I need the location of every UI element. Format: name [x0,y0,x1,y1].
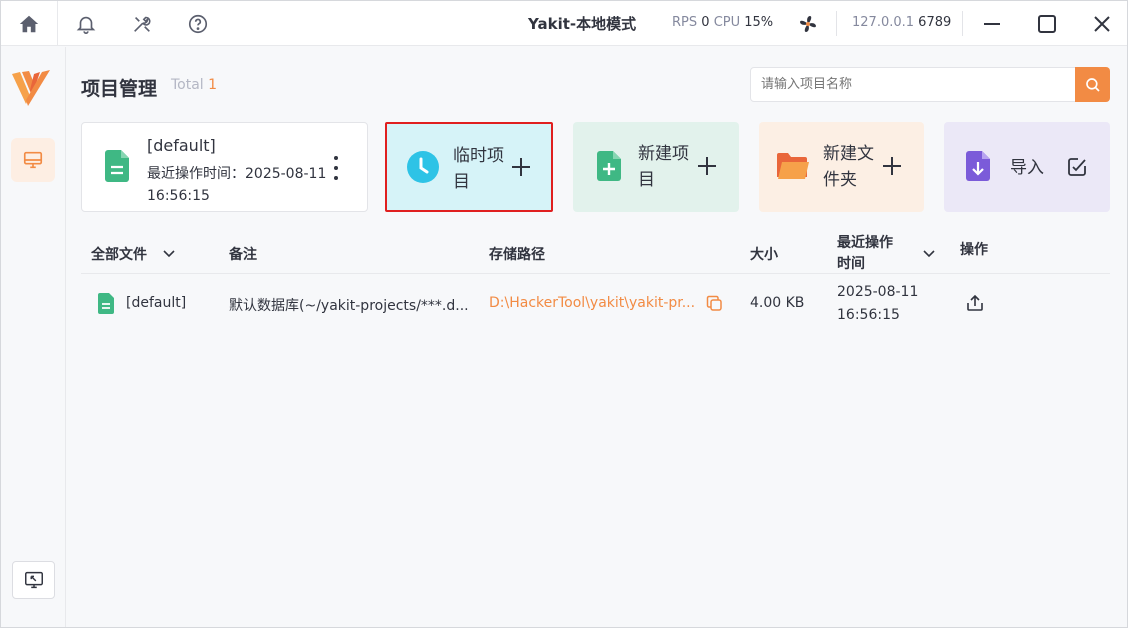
total-number: 1 [208,77,218,93]
import-label: 导入 [1010,158,1044,178]
row-time: 16:56:15 [837,307,900,323]
more-options-icon[interactable] [328,156,344,180]
new-folder-card[interactable]: 新建文件夹 [759,122,924,212]
yakit-logo [10,66,52,108]
plus-icon [511,157,531,177]
minimize-icon [984,23,1000,25]
total-label: Total [171,77,204,93]
new-project-label: 新建项目 [638,144,689,190]
chevron-down-icon[interactable] [922,245,936,264]
divider [836,11,837,36]
close-icon [1094,16,1110,32]
maximize-button[interactable] [1034,11,1060,37]
file-icon [103,149,131,187]
page-title: 项目管理 [81,78,158,100]
column-header-time: 最近操作时间 [837,235,893,272]
project-name: [default] [147,136,216,155]
column-header-path: 存储路径 [489,247,545,263]
column-header-action: 操作 [960,242,988,258]
cpu-label: CPU [713,15,741,30]
app-title: Yakit-本地模式 [528,15,637,33]
title-bar: Yakit-本地模式 RPS 0 CPU 15% 127.0.0.1 6789 [1,1,1127,46]
help-icon[interactable] [186,12,210,36]
file-icon [97,292,115,319]
new-folder-label: 新建文件夹 [823,144,874,190]
rps-label: RPS [672,15,698,30]
row-path[interactable]: D:\HackerTool\yakit\yakit-pr... [489,295,695,311]
import-check-icon [1067,157,1087,181]
clock-icon [406,150,440,188]
export-icon[interactable] [966,294,984,316]
screen-share-button[interactable] [12,561,55,599]
bell-icon[interactable] [74,12,98,36]
screen-arrow-icon [24,571,43,589]
host-port: 6789 [918,15,952,30]
folder-icon [776,152,810,184]
new-file-icon [596,150,622,186]
temp-project-label: 临时项目 [453,146,504,192]
plus-icon [882,156,902,176]
project-manager-button[interactable] [11,138,55,182]
column-header-files[interactable]: 全部文件 [91,244,176,264]
engine-stats: RPS 0 CPU 15% [672,15,773,30]
import-card[interactable]: 导入 [944,122,1110,212]
maximize-icon [1038,15,1056,33]
sidebar [1,47,66,627]
cpu-value: 15% [744,15,774,30]
new-project-card[interactable]: 新建项目 [573,122,739,212]
search-button[interactable] [1075,67,1110,102]
close-button[interactable] [1089,11,1115,37]
column-files-label: 全部文件 [91,247,147,263]
divider [81,273,1110,274]
import-file-icon [965,150,991,186]
plus-icon [697,156,717,176]
monitor-icon [23,151,43,169]
row-name[interactable]: [default] [126,295,186,311]
row-size: 4.00 KB [750,295,805,311]
fan-icon [795,11,821,37]
row-note: 默认数据库(~/yakit-projects/***.d... [229,298,469,314]
column-header-note: 备注 [229,247,257,263]
chevron-down-icon[interactable] [162,246,176,260]
tools-icon[interactable] [130,12,154,36]
home-icon [19,15,39,32]
search-input[interactable] [750,67,1076,102]
host-address: 127.0.0.1 [852,15,915,30]
engine-host[interactable]: 127.0.0.1 6789 [852,15,951,30]
temp-project-card[interactable]: 临时项目 [385,122,553,212]
project-last-time: 最近操作时间：2025-08-11 16:56:15 [147,166,327,204]
search-icon [1085,77,1100,92]
current-project-card[interactable]: [default] 最近操作时间：2025-08-11 16:56:15 [81,122,368,212]
minimize-button[interactable] [979,11,1005,37]
row-date: 2025-08-11 [837,284,919,300]
divider [962,11,963,36]
home-button[interactable] [1,1,58,46]
copy-icon[interactable] [706,295,723,316]
column-header-size: 大小 [750,247,778,263]
rps-value: 0 [701,15,710,30]
total-count: Total 1 [171,77,217,93]
